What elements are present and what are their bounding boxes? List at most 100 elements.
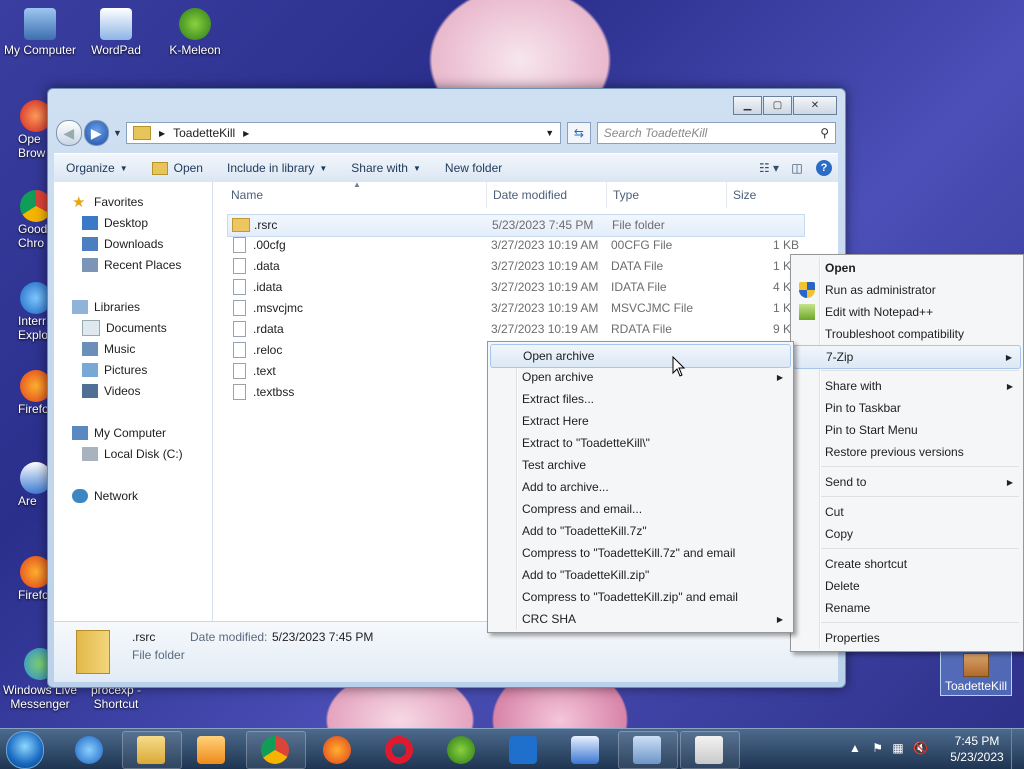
nav-desktop[interactable]: Desktop — [82, 213, 148, 233]
table-row[interactable]: .rdata 3/27/2023 10:19 AM RDATA File 9 K — [227, 319, 803, 340]
column-header-name[interactable]: Name — [231, 188, 263, 202]
nav-recent-places[interactable]: Recent Places — [82, 255, 181, 275]
menu-item-pin-to-start-menu[interactable]: Pin to Start Menu — [793, 419, 1021, 441]
desktop-icon-toadettekill[interactable]: ToadetteKill — [940, 648, 1012, 696]
menu-item-test-archive[interactable]: Test archive — [490, 454, 791, 476]
desktop-icon-my-computer[interactable]: My Computer — [0, 8, 80, 57]
menu-item-properties[interactable]: Properties — [793, 627, 1021, 649]
desktop-icon-k-meleon[interactable]: K-Meleon — [155, 8, 235, 57]
preview-pane-icon[interactable]: ◫ — [786, 161, 808, 175]
menu-item-add-to-archive[interactable]: Add to archive... — [490, 476, 791, 498]
menu-item-compress-to-zip-email[interactable]: Compress to "ToadetteKill.zip" and email — [490, 586, 791, 608]
start-button[interactable] — [6, 731, 44, 769]
taskbar-app-window[interactable] — [618, 731, 678, 769]
menu-item-extract-files[interactable]: Extract files... — [490, 388, 791, 410]
show-desktop-button[interactable] — [1011, 729, 1024, 769]
nav-my-computer[interactable]: My Computer — [72, 423, 166, 443]
nav-documents[interactable]: Documents — [82, 318, 167, 338]
taskbar-ie[interactable] — [60, 731, 120, 769]
table-row[interactable]: .idata 3/27/2023 10:19 AM IDATA File 4 K — [227, 277, 803, 298]
help-icon[interactable]: ? — [816, 160, 832, 176]
menu-item-troubleshoot-compatibility[interactable]: Troubleshoot compatibility — [793, 323, 1021, 345]
menu-item-open-archive[interactable]: Open archive — [490, 344, 791, 368]
address-dropdown-icon[interactable]: ▼ — [545, 128, 554, 138]
taskbar-opera[interactable] — [370, 731, 430, 769]
share-with-button[interactable]: Share with ▼ — [339, 161, 433, 175]
breadcrumb-toadettekill[interactable]: ToadetteKill — [173, 126, 235, 140]
table-row[interactable]: .msvcjmc 3/27/2023 10:19 AM MSVCJMC File… — [227, 298, 803, 319]
desktop-icon-arc[interactable]: Are — [0, 462, 52, 508]
search-input[interactable]: Search ToadetteKill ⚲ — [596, 122, 836, 144]
table-row[interactable]: .rsrc 5/23/2023 7:45 PM File folder — [227, 214, 805, 237]
column-header-size[interactable]: Size — [733, 188, 756, 202]
table-row[interactable]: .data 3/27/2023 10:19 AM DATA File 1 K — [227, 256, 803, 277]
desktop-icon-firefox[interactable]: Firefo — [0, 370, 52, 416]
menu-item-share-with[interactable]: Share with ▶ — [793, 375, 1021, 397]
taskbar-explorer[interactable] — [122, 731, 182, 769]
taskbar-stickman-app[interactable] — [680, 731, 740, 769]
taskbar-chrome[interactable] — [246, 731, 306, 769]
menu-item-open[interactable]: Open — [793, 257, 1021, 279]
column-header-type[interactable]: Type — [613, 188, 639, 202]
nav-downloads[interactable]: Downloads — [82, 234, 163, 254]
menu-item-pin-to-taskbar[interactable]: Pin to Taskbar — [793, 397, 1021, 419]
volume-muted-icon[interactable]: 🔇 — [913, 741, 928, 755]
network-tray-icon[interactable]: ▦ — [892, 741, 903, 755]
address-bar[interactable]: ▶ ToadetteKill ▶ ▼ — [125, 122, 562, 144]
menu-item-7-zip[interactable]: 7-Zip ▶ — [793, 345, 1021, 369]
taskbar-k-meleon[interactable] — [432, 731, 492, 769]
maximize-button[interactable]: ▢ — [763, 96, 792, 115]
nav-pictures[interactable]: Pictures — [82, 360, 147, 380]
desktop-icon-wordpad[interactable]: WordPad — [76, 8, 156, 57]
menu-item-extract-to-folder[interactable]: Extract to "ToadetteKill\" — [490, 432, 791, 454]
menu-item-cut[interactable]: Cut — [793, 501, 1021, 523]
organize-button[interactable]: Organize ▼ — [54, 161, 140, 175]
menu-item-create-shortcut[interactable]: Create shortcut — [793, 553, 1021, 575]
menu-item-delete[interactable]: Delete — [793, 575, 1021, 597]
nav-favorites[interactable]: ★ Favorites — [72, 192, 143, 212]
taskbar-media-player[interactable] — [182, 731, 242, 769]
desktop-icon-google-chrome[interactable]: Good Chro — [0, 190, 52, 250]
recent-pages-dropdown[interactable]: ▼ — [113, 128, 122, 138]
refresh-button[interactable]: ⇆ — [567, 122, 591, 144]
menu-item-rename[interactable]: Rename — [793, 597, 1021, 619]
close-button[interactable]: ✕ — [793, 96, 837, 115]
desktop-icon-internet-explorer[interactable]: Interr Explo — [0, 282, 52, 342]
menu-item-copy[interactable]: Copy — [793, 523, 1021, 545]
search-icon[interactable]: ⚲ — [820, 126, 829, 140]
view-options-icon[interactable]: ☷ ▾ — [758, 161, 780, 175]
back-button[interactable]: ◀ — [56, 120, 82, 146]
menu-item-extract-here[interactable]: Extract Here — [490, 410, 791, 432]
menu-item-add-to-zip[interactable]: Add to "ToadetteKill.zip" — [490, 564, 791, 586]
menu-item-run-as-administrator[interactable]: Run as administrator — [793, 279, 1021, 301]
new-folder-button[interactable]: New folder — [433, 161, 514, 175]
breadcrumb-chevron-icon[interactable]: ▶ — [243, 129, 249, 138]
menu-item-crc-sha[interactable]: CRC SHA ▶ — [490, 608, 791, 630]
nav-videos[interactable]: Videos — [82, 381, 140, 401]
menu-item-compress-to-7z-email[interactable]: Compress to "ToadetteKill.7z" and email — [490, 542, 791, 564]
nav-network[interactable]: Network — [72, 486, 138, 506]
clock[interactable]: 7:45 PM 5/23/2023 — [942, 733, 1012, 765]
table-row[interactable]: .00cfg 3/27/2023 10:19 AM 00CFG File 1 K… — [227, 235, 803, 256]
menu-item-open-archive-submenu[interactable]: Open archive ▶ — [490, 366, 791, 388]
nav-music[interactable]: Music — [82, 339, 135, 359]
menu-item-restore-previous-versions[interactable]: Restore previous versions — [793, 441, 1021, 463]
tray-chevron-icon[interactable]: ▲ — [849, 741, 861, 755]
desktop-icon-open-browser[interactable]: Ope Brow — [0, 100, 52, 160]
taskbar-maxthon[interactable] — [494, 731, 554, 769]
taskbar-firefox[interactable] — [308, 731, 368, 769]
nav-libraries[interactable]: Libraries — [72, 297, 140, 317]
menu-item-add-to-7z[interactable]: Add to "ToadetteKill.7z" — [490, 520, 791, 542]
open-button[interactable]: Open — [140, 161, 215, 175]
nav-local-disk[interactable]: Local Disk (C:) — [82, 444, 183, 464]
include-in-library-button[interactable]: Include in library ▼ — [215, 161, 339, 175]
minimize-button[interactable]: ▁ — [733, 96, 762, 115]
menu-item-edit-with-notepad[interactable]: Edit with Notepad++ — [793, 301, 1021, 323]
action-center-icon[interactable]: ⚑ — [872, 741, 883, 755]
menu-item-send-to[interactable]: Send to ▶ — [793, 471, 1021, 493]
breadcrumb-separator-icon[interactable]: ▶ — [159, 129, 165, 138]
taskbar-arc[interactable] — [556, 731, 616, 769]
menu-item-compress-and-email[interactable]: Compress and email... — [490, 498, 791, 520]
forward-button[interactable]: ▶ — [83, 120, 110, 146]
desktop-icon-firefox-2[interactable]: Firefo — [0, 556, 52, 602]
